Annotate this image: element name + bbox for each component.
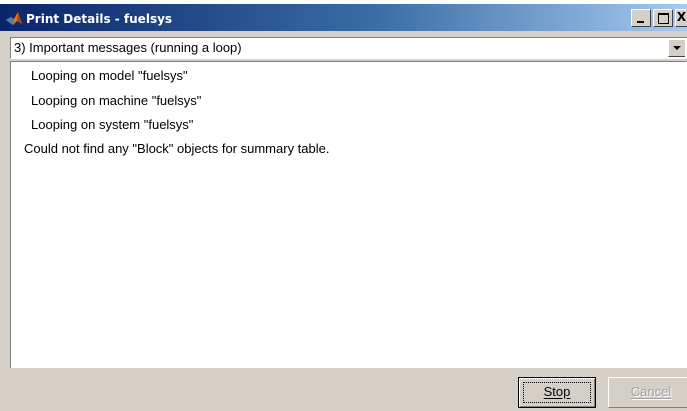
- message-item: Looping on model "fuelsys": [31, 68, 188, 83]
- print-details-window: Print Details - fuelsys X 3) Important m…: [0, 0, 687, 411]
- minimize-icon: [637, 21, 644, 23]
- title-bar[interactable]: Print Details - fuelsys X: [0, 0, 687, 31]
- stop-button[interactable]: Stop: [518, 377, 596, 408]
- window-title: Print Details - fuelsys: [26, 12, 173, 26]
- cancel-button-label: Cancel: [630, 384, 672, 399]
- message-item: Looping on machine "fuelsys": [31, 93, 202, 108]
- maximize-button[interactable]: [653, 9, 673, 27]
- message-list[interactable]: Looping on model "fuelsys" Looping on ma…: [10, 61, 687, 368]
- close-icon: X: [676, 10, 687, 24]
- minimize-button[interactable]: [631, 9, 651, 27]
- window-controls: X: [629, 9, 687, 27]
- maximize-icon: [658, 13, 669, 24]
- message-item: Looping on system "fuelsys": [31, 117, 194, 132]
- detail-level-select[interactable]: 3) Important messages (running a loop): [10, 37, 687, 59]
- close-button[interactable]: X: [675, 9, 687, 27]
- cancel-button[interactable]: Cancel: [608, 377, 687, 408]
- chevron-down-icon[interactable]: [668, 39, 685, 57]
- matlab-logo-icon: [6, 12, 22, 25]
- stop-button-label: Stop: [543, 384, 571, 399]
- detail-level-value: 3) Important messages (running a loop): [14, 40, 242, 55]
- message-item: Could not find any "Block" objects for s…: [24, 141, 330, 156]
